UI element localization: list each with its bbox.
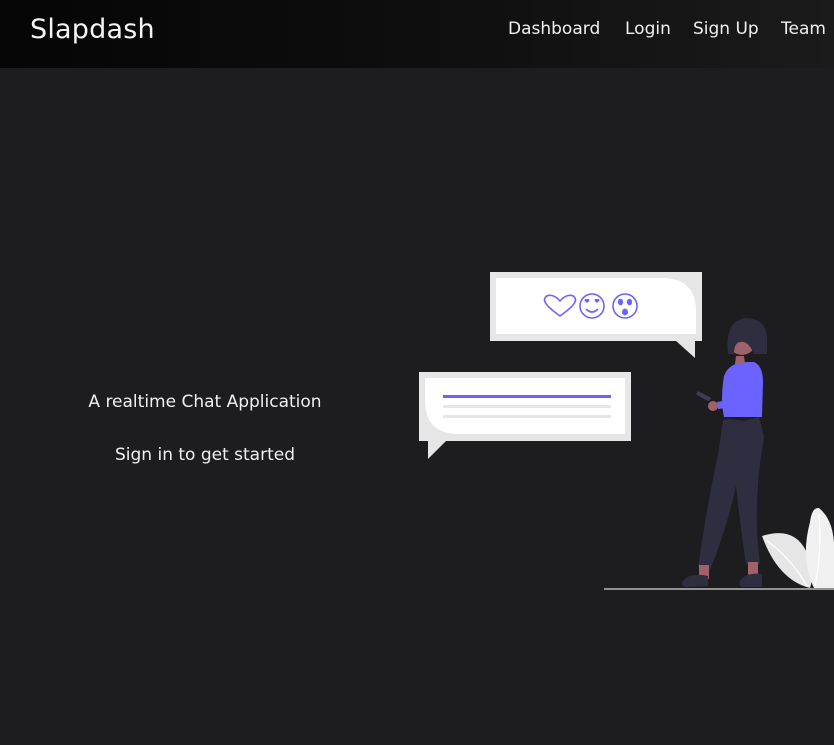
plant-illustration (762, 507, 834, 588)
message-speech-bubble (419, 372, 631, 459)
nav-link-dashboard[interactable]: Dashboard (508, 19, 600, 39)
reaction-speech-bubble (490, 272, 702, 358)
sign-in-cta-text[interactable]: Sign in to get started (60, 445, 350, 465)
hero-tagline: A realtime Chat Application (88, 392, 322, 412)
nav-links: Dashboard Login Sign Up Team (0, 19, 834, 43)
nav-link-sign-up[interactable]: Sign Up (693, 19, 759, 39)
nav-link-login[interactable]: Login (625, 19, 671, 39)
woman-figure (682, 318, 767, 587)
woman-texting-illustration (419, 272, 834, 590)
nav-link-team[interactable]: Team (781, 19, 826, 39)
navbar: Slapdash Dashboard Login Sign Up Team (0, 0, 834, 68)
